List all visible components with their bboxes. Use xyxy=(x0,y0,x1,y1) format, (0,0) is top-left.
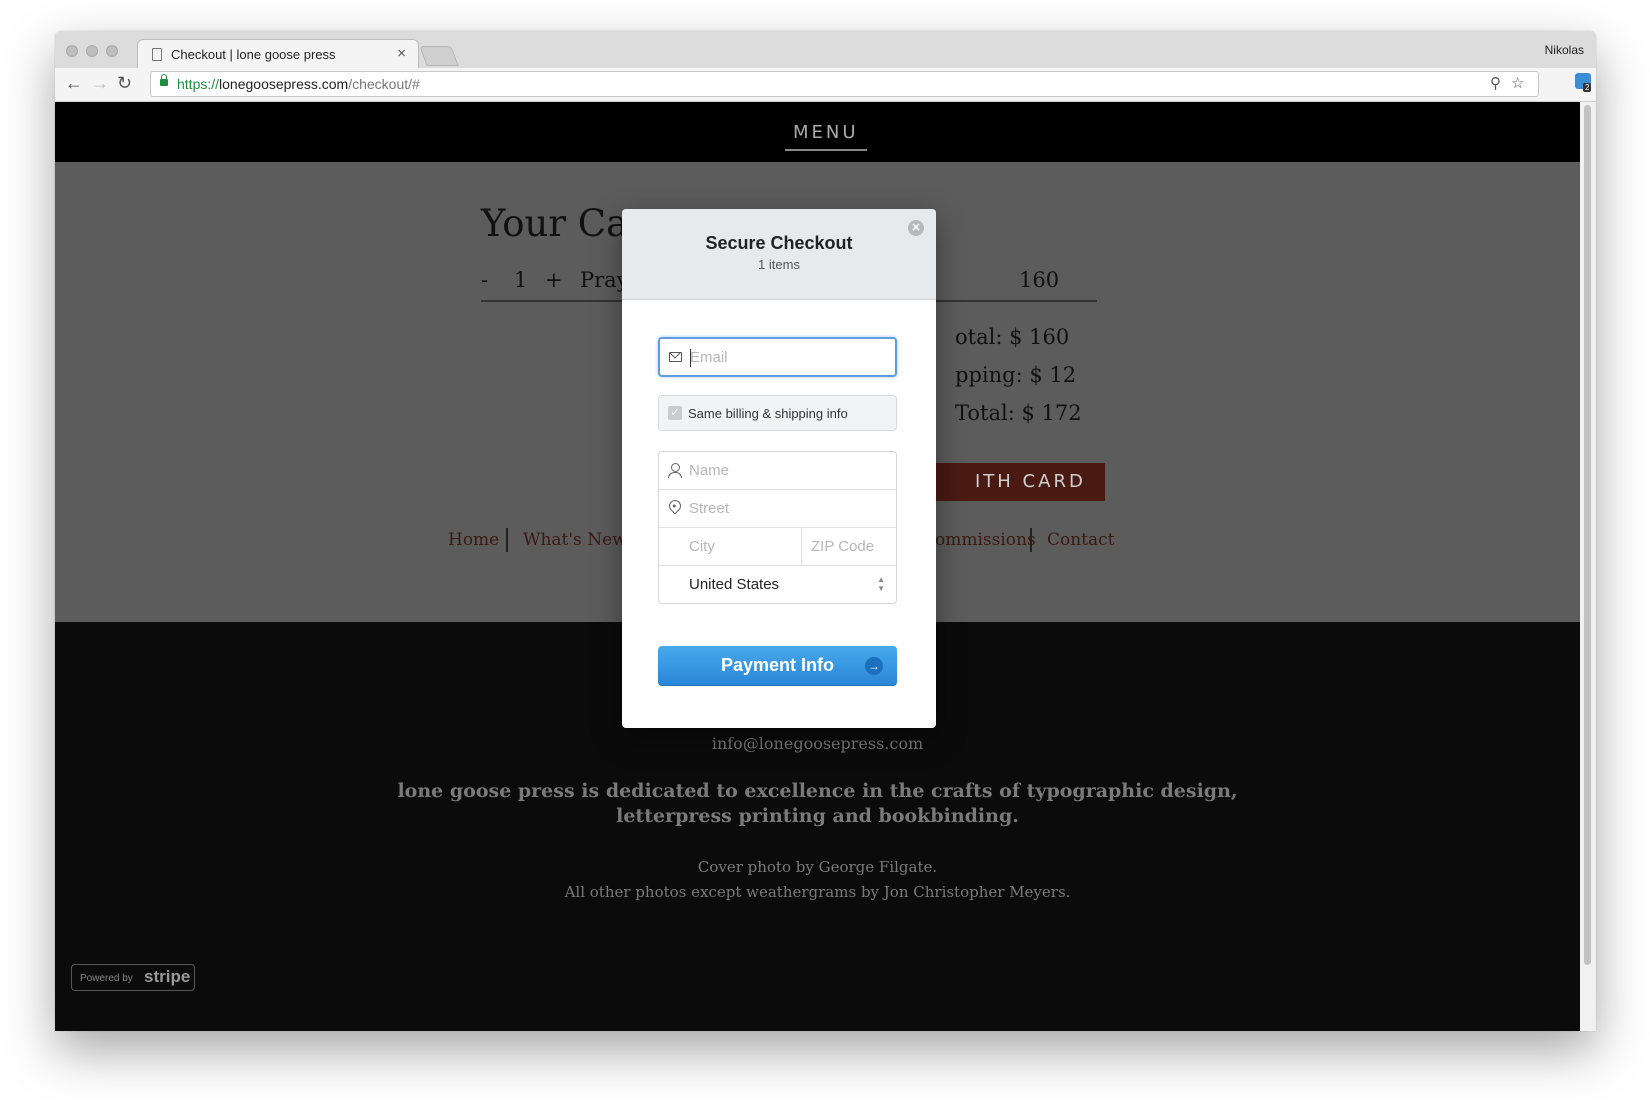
tagline-line-2: letterpress printing and bookbinding. xyxy=(616,805,1019,827)
country-select[interactable]: United States ▲ ▼ xyxy=(659,566,896,604)
page-content: MENU Your Cart - 1 + Prayer 160 otal: $ … xyxy=(55,102,1580,1031)
pay-with-card-button[interactable]: ITH CARD xyxy=(935,463,1105,501)
field-divider xyxy=(801,528,802,566)
scrollbar-thumb[interactable] xyxy=(1584,105,1591,965)
shipping: pping: $ 12 xyxy=(955,363,1077,387)
link-separator xyxy=(506,528,508,552)
same-billing-shipping-label: Same billing & shipping info xyxy=(688,406,848,421)
active-tab[interactable]: Checkout | lone goose press × xyxy=(137,39,419,68)
payment-info-button[interactable]: Payment Info → xyxy=(658,646,897,686)
browser-window: Checkout | lone goose press × Nikolas ← … xyxy=(55,31,1596,1031)
country-value: United States xyxy=(689,576,780,593)
item-count: 1 items xyxy=(758,257,800,272)
envelope-icon xyxy=(669,352,682,362)
name-placeholder: Name xyxy=(689,462,730,479)
site-header: MENU xyxy=(55,102,1580,162)
minimize-window-button[interactable] xyxy=(86,45,98,57)
link-separator xyxy=(1030,528,1032,552)
name-field[interactable]: Name xyxy=(659,452,896,490)
total: Total: $ 172 xyxy=(955,401,1082,425)
menu-link[interactable]: MENU xyxy=(785,122,867,151)
close-window-button[interactable] xyxy=(66,45,78,57)
page-scrollbar[interactable] xyxy=(1580,102,1596,1031)
extension-badge: 2 xyxy=(1583,83,1592,92)
subtotal: otal: $ 160 xyxy=(955,325,1070,349)
tagline-line-1: lone goose press is dedicated to excelle… xyxy=(397,780,1238,802)
close-icon[interactable]: ✕ xyxy=(908,220,924,236)
reload-icon[interactable]: ↻ xyxy=(117,73,132,94)
user-icon xyxy=(668,463,682,478)
contact-email[interactable]: info@lonegoosepress.com xyxy=(55,734,1580,753)
url-text: https://lonegoosepress.com/checkout/# xyxy=(177,76,420,92)
footer-link-commissions[interactable]: ommissions xyxy=(935,530,1036,550)
photo-credit-1: Cover photo by George Filgate. xyxy=(697,858,938,876)
same-billing-shipping-toggle[interactable]: ✓ Same billing & shipping info xyxy=(658,395,897,431)
footer-link-home[interactable]: Home xyxy=(448,530,499,550)
modal-title: Secure Checkout xyxy=(705,233,853,253)
forward-arrow-icon[interactable]: → xyxy=(91,73,109,94)
increase-quantity-button[interactable]: + xyxy=(545,268,563,292)
zoom-icon[interactable]: ⚲ xyxy=(1490,74,1501,92)
street-field[interactable]: Street xyxy=(659,490,896,528)
email-field[interactable]: Email xyxy=(658,337,897,377)
city-zip-row: City ZIP Code xyxy=(659,528,896,566)
stripe-logo: stripe xyxy=(144,967,191,986)
select-arrows-icon: ▲ ▼ xyxy=(877,575,885,593)
page-icon xyxy=(152,48,162,61)
profile-name[interactable]: Nikolas xyxy=(1545,43,1584,57)
address-bar[interactable]: https://lonegoosepress.com/checkout/# ⚲ … xyxy=(150,71,1539,97)
back-arrow-icon[interactable]: ← xyxy=(65,73,83,94)
zip-field[interactable]: ZIP Code xyxy=(811,538,874,555)
tab-title: Checkout | lone goose press xyxy=(171,47,336,62)
email-placeholder: Email xyxy=(690,349,728,366)
location-pin-icon xyxy=(666,497,684,515)
street-placeholder: Street xyxy=(689,500,730,517)
city-field[interactable]: City xyxy=(689,538,715,555)
photo-credit-2: All other photos except weathergrams by … xyxy=(564,883,1071,901)
maximize-window-button[interactable] xyxy=(106,45,118,57)
powered-by-stripe-badge[interactable]: Powered by stripe xyxy=(71,964,195,991)
lock-icon xyxy=(160,74,168,86)
bookmark-star-icon[interactable]: ☆ xyxy=(1511,74,1524,92)
modal-header: Secure Checkout 1 items ✕ xyxy=(622,209,936,300)
tab-bar: Checkout | lone goose press × Nikolas xyxy=(55,31,1596,68)
browser-toolbar: ← → ↻ https://lonegoosepress.com/checkou… xyxy=(55,68,1596,102)
footer-link-contact[interactable]: Contact xyxy=(1047,530,1115,550)
payment-info-label: Payment Info xyxy=(720,655,835,675)
text-caret xyxy=(690,349,691,367)
powered-by-label: Powered by xyxy=(80,973,133,984)
new-tab-button[interactable] xyxy=(419,46,459,66)
checkout-modal: Secure Checkout 1 items ✕ Email ✓ Same b… xyxy=(622,209,936,728)
arrow-right-icon: → xyxy=(865,657,883,675)
quantity-value: 1 xyxy=(514,268,528,292)
item-price: 160 xyxy=(1019,268,1060,292)
checkbox-checked-icon[interactable]: ✓ xyxy=(668,406,682,420)
footer-link-whats-new[interactable]: What's New? xyxy=(523,530,636,550)
address-form: Name Street City ZIP Code United States … xyxy=(658,451,897,604)
tab-close-icon[interactable]: × xyxy=(397,45,406,62)
decrease-quantity-button[interactable]: - xyxy=(481,268,488,292)
